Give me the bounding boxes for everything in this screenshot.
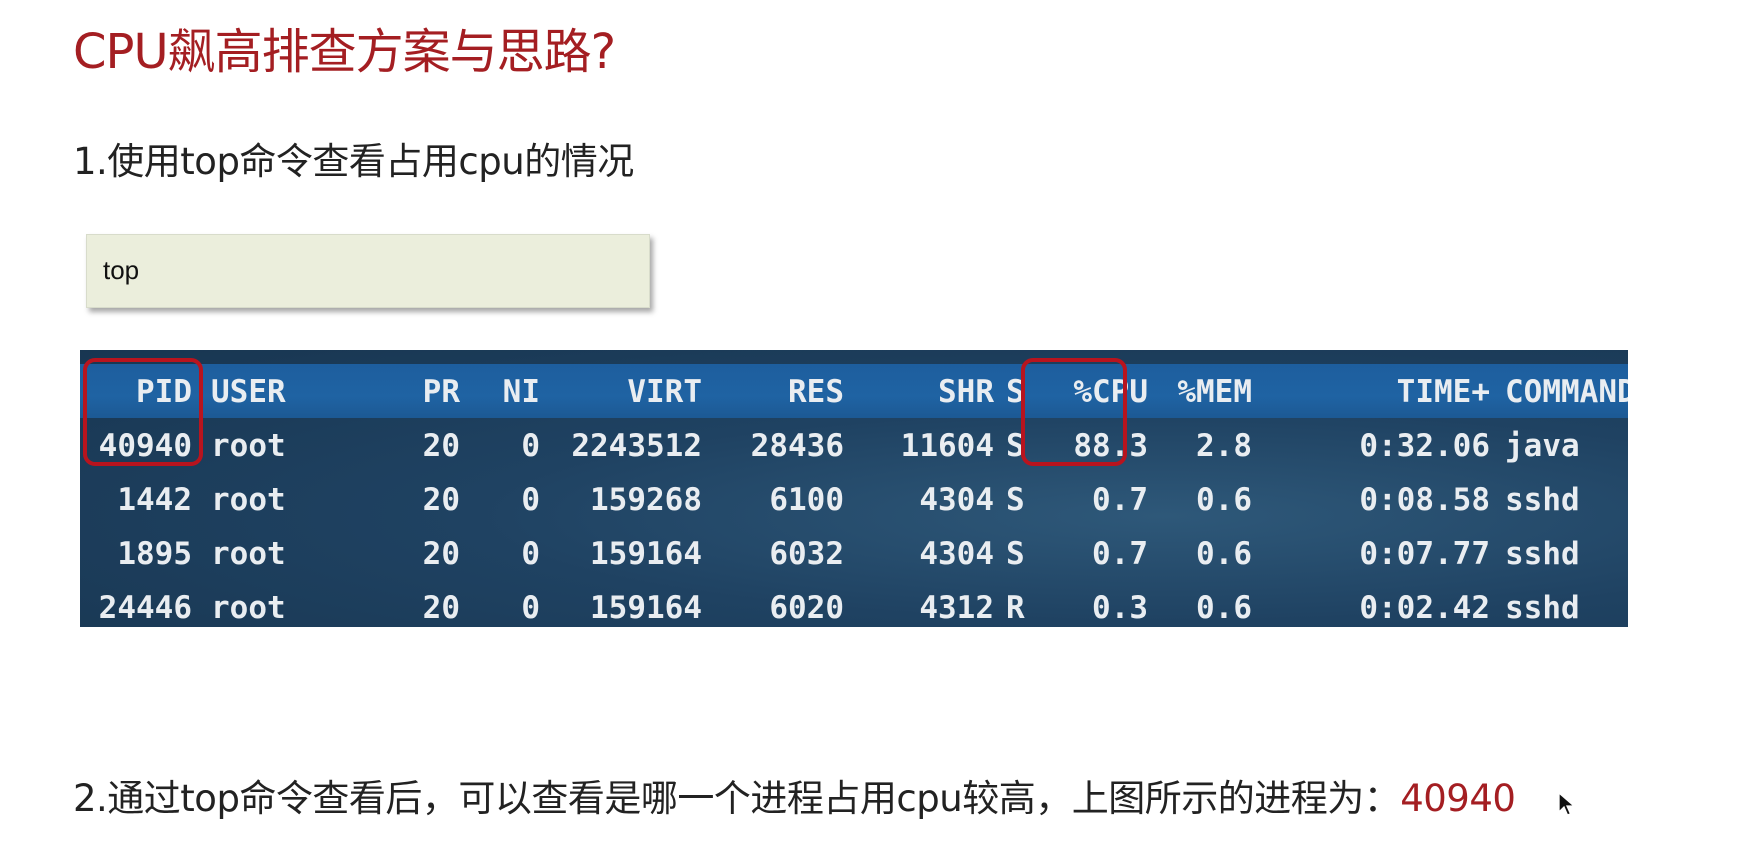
cell-pid: 1442 bbox=[117, 482, 192, 518]
command-code-box: top bbox=[86, 234, 650, 308]
col-header-mem: %MEM bbox=[1177, 374, 1252, 410]
command-text: top bbox=[103, 255, 140, 285]
process-row: 1442 root 20 0 159268 6100 4304 S 0.7 0.… bbox=[80, 472, 1628, 526]
cell-state: S bbox=[1006, 536, 1025, 572]
col-header-virt: VIRT bbox=[627, 374, 702, 410]
col-header-ni: NI bbox=[502, 374, 540, 410]
cell-command: sshd bbox=[1505, 482, 1580, 518]
cell-command: sshd bbox=[1505, 536, 1580, 572]
pid-highlight-box bbox=[83, 358, 203, 466]
cell-virt: 2243512 bbox=[571, 428, 702, 464]
cell-time: 0:32.06 bbox=[1359, 428, 1490, 464]
process-row: 24446 root 20 0 159164 6020 4312 R 0.3 0… bbox=[80, 580, 1628, 627]
cell-cpu: 0.3 bbox=[1092, 590, 1148, 626]
process-row: 1895 root 20 0 159164 6032 4304 S 0.7 0.… bbox=[80, 526, 1628, 580]
cell-mem: 0.6 bbox=[1196, 590, 1252, 626]
cell-mem: 0.6 bbox=[1196, 536, 1252, 572]
cell-res: 6020 bbox=[769, 590, 844, 626]
cell-ni: 0 bbox=[521, 536, 540, 572]
step-2-sentence: 2.通过top命令查看后，可以查看是哪一个进程占用cpu较高，上图所示的进程为： bbox=[73, 777, 1401, 820]
col-header-shr: SHR bbox=[938, 374, 994, 410]
cell-pr: 20 bbox=[422, 536, 460, 572]
cell-user: root bbox=[211, 428, 286, 464]
cell-shr: 4304 bbox=[919, 482, 994, 518]
cell-res: 6100 bbox=[769, 482, 844, 518]
cell-pid: 24446 bbox=[98, 590, 192, 626]
cell-time: 0:02.42 bbox=[1359, 590, 1490, 626]
step-2-text: 2.通过top命令查看后，可以查看是哪一个进程占用cpu较高，上图所示的进程为：… bbox=[73, 768, 1516, 822]
highlighted-pid: 40940 bbox=[1400, 777, 1516, 820]
cell-ni: 0 bbox=[521, 482, 540, 518]
cell-res: 6032 bbox=[769, 536, 844, 572]
cell-shr: 4304 bbox=[919, 536, 994, 572]
cell-state: S bbox=[1006, 482, 1025, 518]
cell-user: root bbox=[211, 482, 286, 518]
cell-shr: 11604 bbox=[900, 428, 994, 464]
slide-title: CPU飙高排查方案与思路? bbox=[73, 24, 616, 80]
cell-ni: 0 bbox=[521, 428, 540, 464]
cell-shr: 4312 bbox=[919, 590, 994, 626]
cell-user: root bbox=[211, 590, 286, 626]
cell-command: java bbox=[1505, 428, 1580, 464]
cell-time: 0:07.77 bbox=[1359, 536, 1490, 572]
cell-cpu: 0.7 bbox=[1092, 536, 1148, 572]
cpu-highlight-box bbox=[1021, 358, 1127, 466]
col-header-user: USER bbox=[211, 374, 286, 410]
cell-pr: 20 bbox=[422, 428, 460, 464]
cell-cpu: 0.7 bbox=[1092, 482, 1148, 518]
process-row: 40940 root 20 0 2243512 28436 11604 S 88… bbox=[80, 418, 1628, 472]
col-header-command: COMMAND bbox=[1505, 374, 1628, 410]
cell-pr: 20 bbox=[422, 482, 460, 518]
cell-mem: 2.8 bbox=[1196, 428, 1252, 464]
top-output-terminal: PID USER PR NI VIRT RES SHR S %CPU %MEM … bbox=[80, 350, 1628, 627]
cursor-arrow-icon bbox=[1558, 791, 1576, 816]
col-header-pr: PR bbox=[422, 374, 460, 410]
cell-mem: 0.6 bbox=[1196, 482, 1252, 518]
cell-res: 28436 bbox=[750, 428, 844, 464]
col-header-res: RES bbox=[788, 374, 844, 410]
cell-pid: 1895 bbox=[117, 536, 192, 572]
step-1-text: 1.使用top命令查看占用cpu的情况 bbox=[73, 140, 634, 183]
cell-command: sshd bbox=[1505, 590, 1580, 626]
cell-virt: 159164 bbox=[590, 590, 702, 626]
cell-user: root bbox=[211, 536, 286, 572]
cell-time: 0:08.58 bbox=[1359, 482, 1490, 518]
col-header-time: TIME+ bbox=[1396, 374, 1490, 410]
cell-ni: 0 bbox=[521, 590, 540, 626]
terminal-header-row: PID USER PR NI VIRT RES SHR S %CPU %MEM … bbox=[80, 364, 1628, 418]
cell-state: R bbox=[1006, 590, 1025, 626]
cell-virt: 159164 bbox=[590, 536, 702, 572]
cell-pr: 20 bbox=[422, 590, 460, 626]
cell-virt: 159268 bbox=[590, 482, 702, 518]
